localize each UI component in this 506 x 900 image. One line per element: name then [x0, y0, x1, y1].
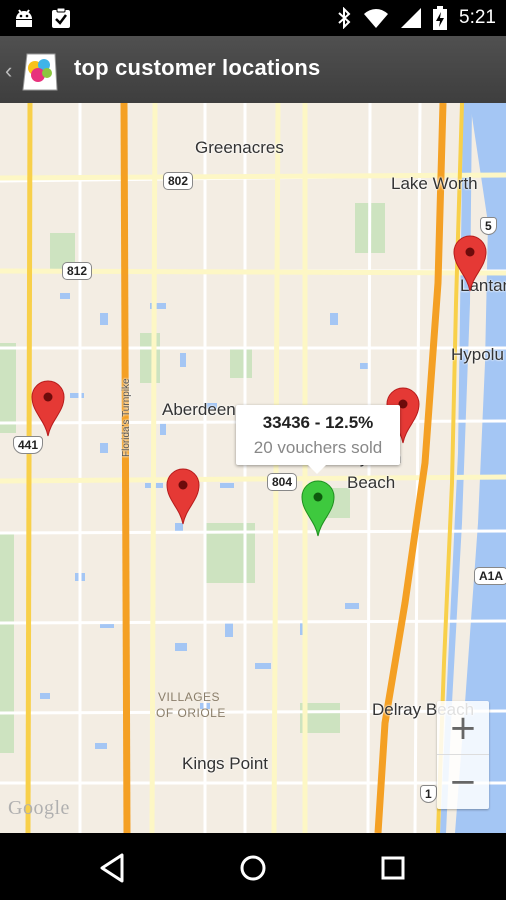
navigation-bar [0, 833, 506, 900]
map-marker-green-selected[interactable] [301, 480, 335, 538]
map-marker-red[interactable] [453, 235, 487, 293]
status-bar: 5:21 [0, 0, 506, 36]
map-marker-red[interactable] [31, 380, 65, 438]
battery-charging-icon [433, 6, 448, 30]
clipboard-check-icon [52, 7, 70, 28]
google-logo: Google [8, 797, 70, 819]
label-florida-turnpike: Florida's Turnpike [121, 378, 132, 457]
label-lake-worth: Lake Worth [391, 174, 478, 193]
route-shield-1: 1 [420, 785, 437, 803]
recents-square-icon[interactable] [376, 851, 410, 885]
route-shield-802: 802 [163, 172, 194, 190]
zoom-out-button[interactable]: − [437, 755, 489, 809]
marker-info-window[interactable]: 33436 - 12.5% 20 vouchers sold [236, 405, 400, 474]
speech-bubbles-app-icon[interactable] [17, 48, 61, 92]
label-hypoluxo: Hypolu [451, 345, 504, 364]
info-window-title: 33436 - 12.5% [262, 413, 374, 432]
zoom-controls: + − [437, 701, 489, 809]
route-shield-812: 812 [62, 262, 93, 280]
route-shield-804: 804 [267, 473, 298, 491]
info-window-tail [308, 465, 326, 474]
info-window-subtitle: 20 vouchers sold [253, 438, 383, 457]
route-shield-5: 5 [480, 217, 497, 235]
label-of-oriole: OF ORIOLE [156, 706, 226, 720]
label-kings-point: Kings Point [182, 754, 268, 773]
bluetooth-icon [338, 7, 351, 29]
zoom-in-button[interactable]: + [437, 701, 489, 755]
wifi-icon [364, 9, 389, 28]
map-view[interactable]: Greenacres Lake Worth Lantan Hypolu Aber… [0, 103, 506, 833]
label-villages: VILLAGES [158, 690, 221, 704]
page-title: top customer locations [74, 55, 321, 80]
map-marker-red[interactable] [166, 468, 200, 526]
action-bar: ‹ top customer locations [0, 36, 506, 103]
label-boynton-beach: Beach [347, 473, 396, 492]
map-base-layer [0, 103, 506, 833]
android-debug-icon [16, 9, 32, 27]
chevron-left-icon[interactable]: ‹ [5, 58, 12, 84]
label-greenacres: Greenacres [195, 138, 284, 157]
route-shield-a1a: A1A [474, 567, 506, 585]
home-circle-icon[interactable] [236, 851, 270, 885]
status-time: 5:21 [459, 7, 496, 28]
label-aberdeen: Aberdeen [162, 400, 236, 419]
signal-icon [401, 8, 422, 28]
back-triangle-icon[interactable] [96, 851, 130, 885]
route-shield-441: 441 [13, 436, 44, 454]
